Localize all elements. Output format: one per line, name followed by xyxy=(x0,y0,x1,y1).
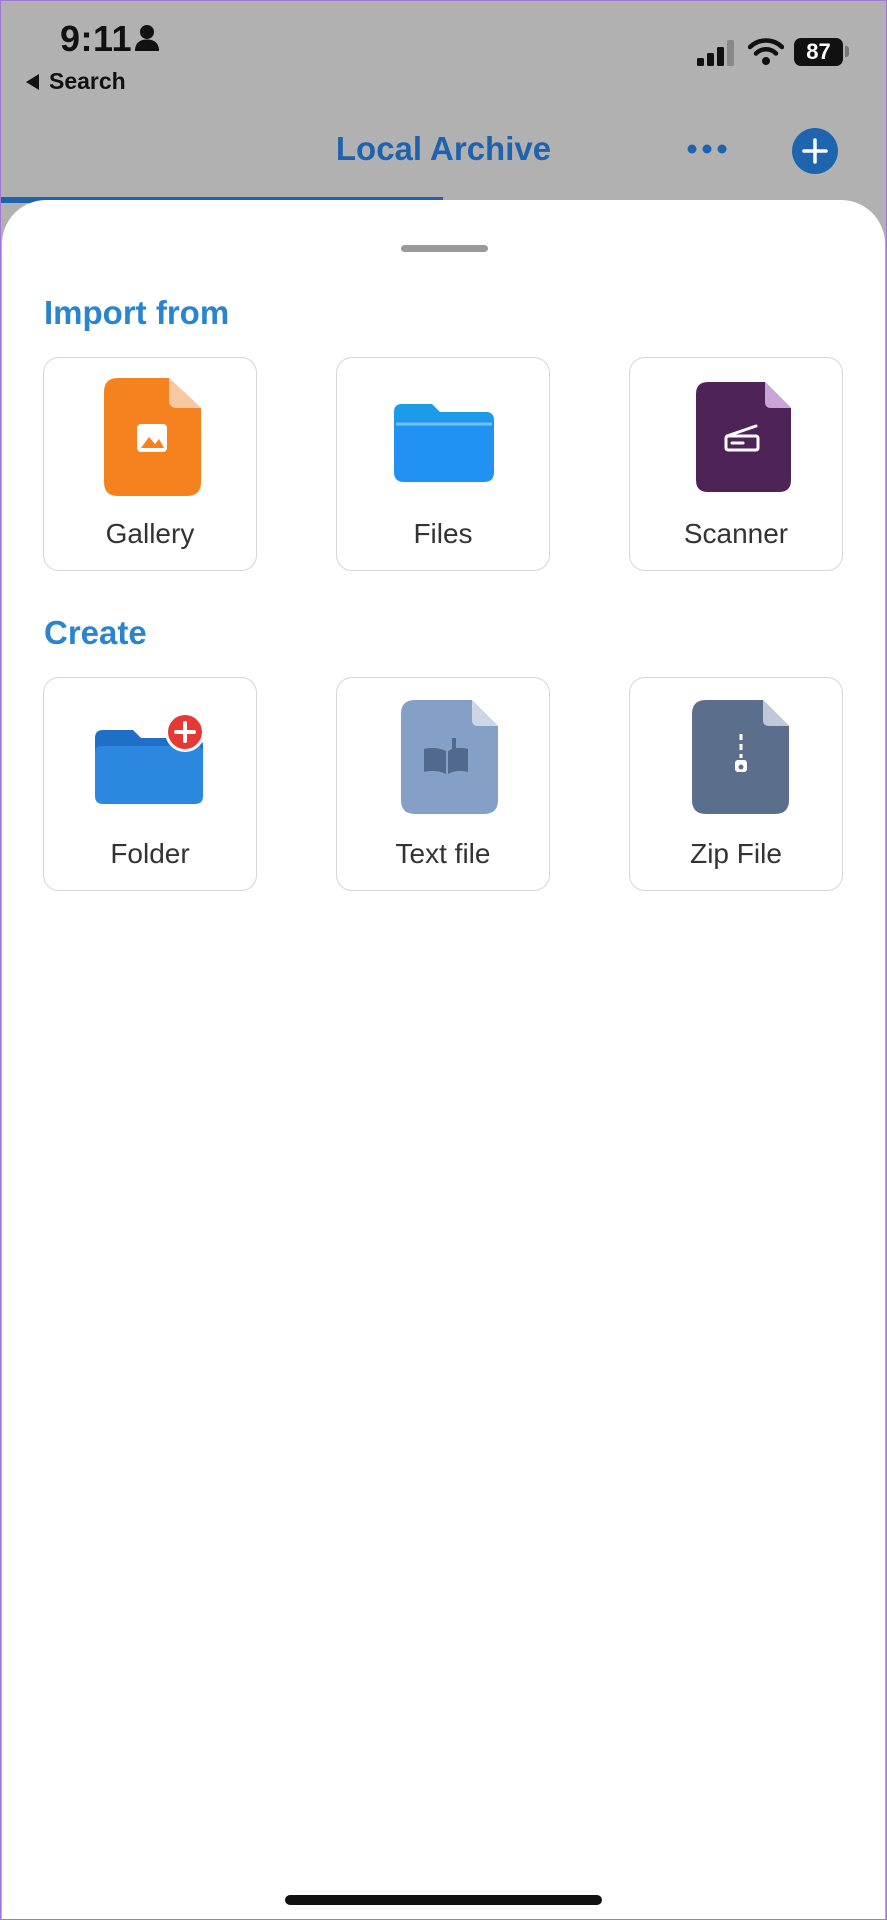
create-zip-file-button[interactable]: Zip File xyxy=(629,677,843,891)
cellular-signal-icon xyxy=(697,40,734,66)
text-file-label: Text file xyxy=(395,838,491,869)
import-scanner-button[interactable]: Scanner xyxy=(629,357,843,571)
scanner-file-icon xyxy=(696,382,791,492)
image-file-icon xyxy=(104,378,201,496)
page-title: Local Archive xyxy=(335,130,552,167)
add-button[interactable] xyxy=(792,128,838,174)
files-label: Files xyxy=(413,518,473,549)
back-to-search-link[interactable]: Search xyxy=(26,68,126,95)
wifi-icon xyxy=(748,38,784,65)
battery-indicator: 87 xyxy=(794,38,843,66)
scanner-label: Scanner xyxy=(683,518,789,549)
import-section-title: Import from xyxy=(44,294,230,331)
person-icon xyxy=(135,25,159,51)
plus-circle-icon xyxy=(802,138,828,164)
zip-file-icon xyxy=(692,700,789,814)
battery-cap xyxy=(845,46,849,57)
create-section-title: Create xyxy=(44,614,147,651)
new-folder-icon xyxy=(95,712,205,804)
folder-icon xyxy=(394,404,494,482)
back-arrow-icon xyxy=(26,73,39,90)
create-text-file-button[interactable]: Text file xyxy=(336,677,550,891)
import-gallery-button[interactable]: Gallery xyxy=(43,357,257,571)
status-time: 9:11 xyxy=(60,18,133,59)
sheet-grabber[interactable] xyxy=(401,245,488,252)
text-file-icon xyxy=(401,700,498,814)
import-create-sheet: Import from Gallery Files Scanner Create xyxy=(2,200,885,1920)
folder-label: Folder xyxy=(110,838,190,869)
import-files-button[interactable]: Files xyxy=(336,357,550,571)
more-horizontal-icon[interactable] xyxy=(686,140,728,158)
back-link-label: Search xyxy=(49,68,126,94)
create-folder-button[interactable]: Folder xyxy=(43,677,257,891)
zip-file-label: Zip File xyxy=(690,838,782,869)
gallery-label: Gallery xyxy=(105,518,195,549)
home-indicator[interactable] xyxy=(285,1895,602,1905)
